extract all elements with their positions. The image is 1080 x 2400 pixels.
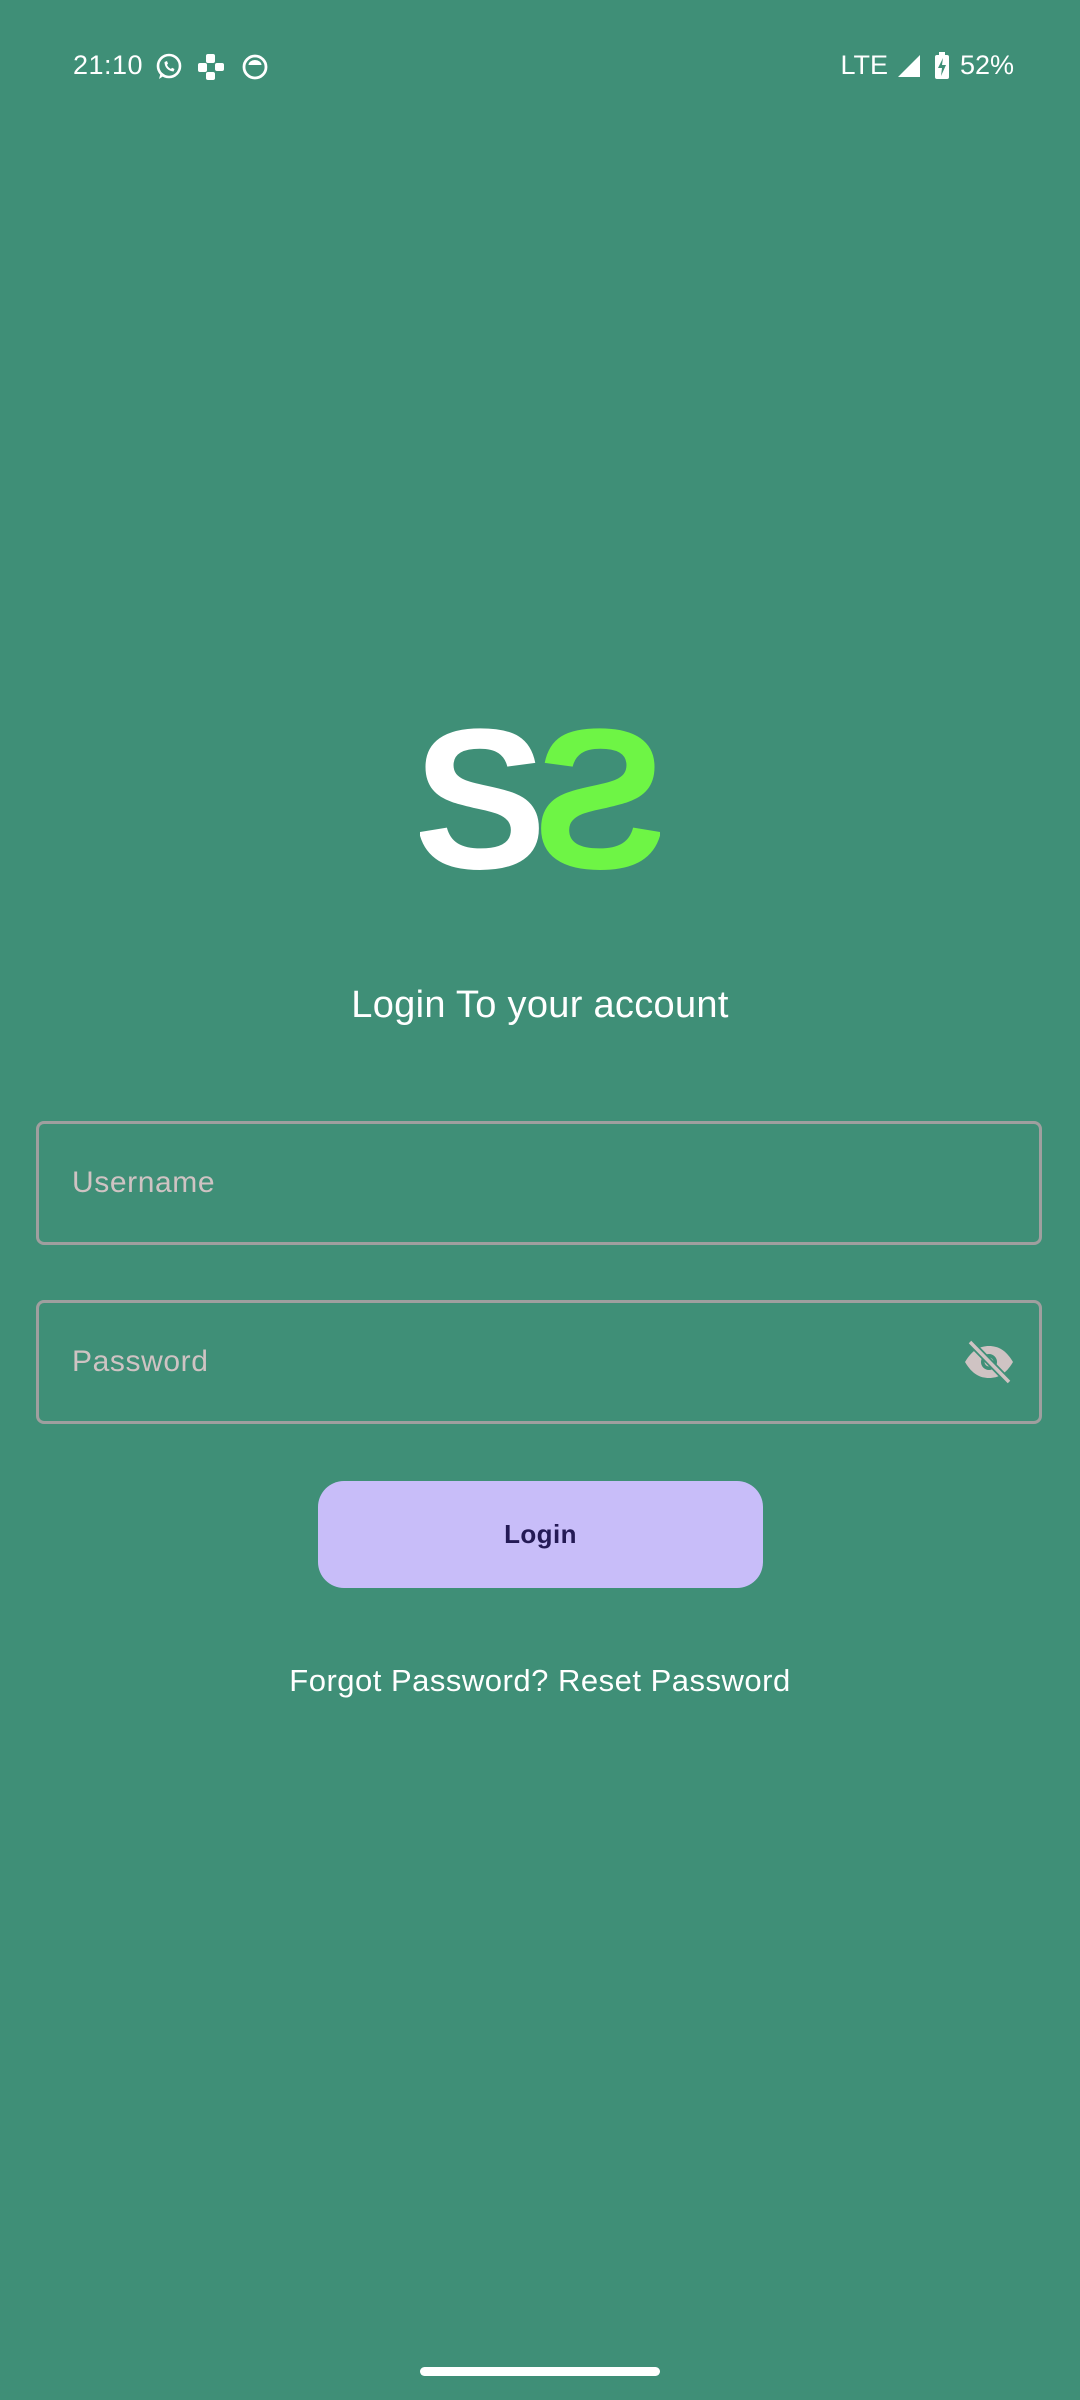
login-button[interactable]: Login	[318, 1481, 763, 1588]
app-logo: S S	[420, 720, 660, 880]
username-input[interactable]	[72, 1124, 972, 1242]
whatsapp-icon	[156, 53, 182, 79]
forgot-password-text: Forgot Password?	[289, 1663, 549, 1698]
signal-icon	[897, 54, 920, 77]
network-type: LTE	[840, 50, 888, 80]
login-title: Login To your account	[351, 984, 729, 1026]
visibility-off-icon[interactable]	[963, 1339, 1015, 1385]
username-field[interactable]	[36, 1121, 1042, 1245]
logo-letter-white: S	[420, 720, 547, 880]
home-indicator[interactable]	[420, 2367, 660, 2376]
battery-percent: 52%	[959, 50, 1014, 80]
status-time: 21:10	[73, 50, 144, 80]
forgot-password-row: Forgot Password? Reset Password	[0, 1663, 1080, 1699]
music-icon	[198, 54, 224, 80]
status-right-group: LTE 52%	[840, 50, 1014, 81]
status-bar: 21:10 LTE 52%	[0, 0, 1080, 130]
password-field[interactable]	[36, 1300, 1042, 1424]
app-icon	[242, 54, 268, 80]
password-input[interactable]	[72, 1303, 972, 1421]
reset-password-link[interactable]: Reset Password	[558, 1663, 791, 1698]
logo-letter-green: S	[533, 720, 660, 880]
battery-charging-icon	[934, 51, 949, 79]
